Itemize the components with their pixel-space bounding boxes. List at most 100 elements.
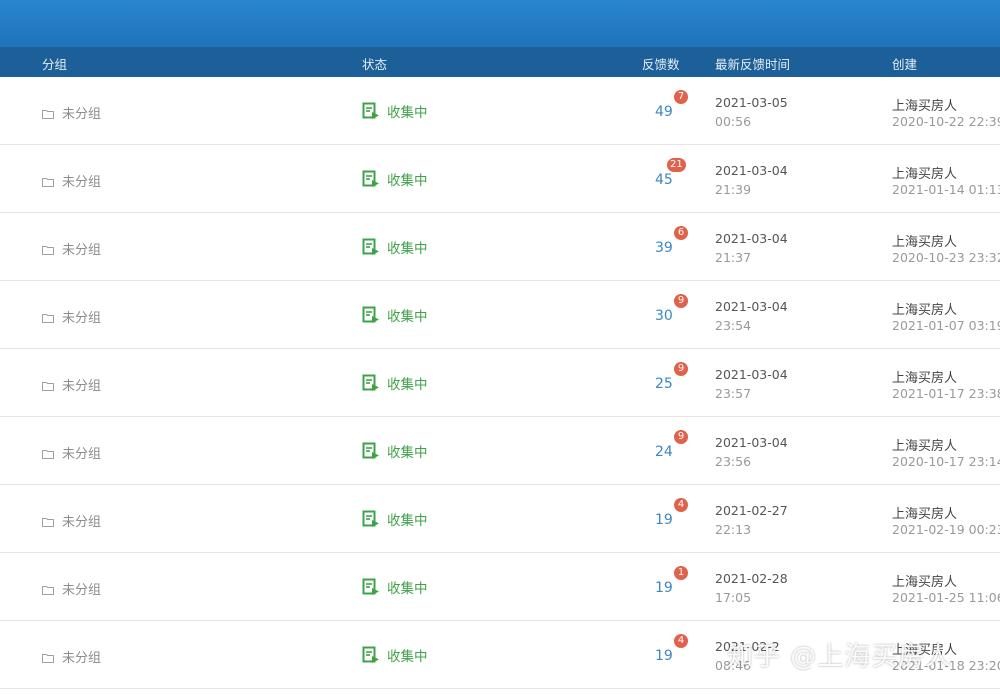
feedback-count-link[interactable]: 45 <box>655 172 673 188</box>
folder-icon <box>42 652 54 663</box>
latest-feedback-date: 2021-03-04 <box>715 163 788 178</box>
status-label: 收集中 <box>387 309 428 325</box>
column-header-created[interactable]: 创建 <box>892 54 917 73</box>
folder-icon <box>42 448 54 459</box>
group-label: 未分组 <box>62 175 102 190</box>
new-feedback-badge: 9 <box>674 294 688 308</box>
latest-feedback-time: 23:57 <box>715 386 752 401</box>
latest-feedback-date: 2021-02-28 <box>715 571 788 586</box>
latest-feedback-time: 23:56 <box>715 454 752 469</box>
new-feedback-badge: 4 <box>674 634 688 648</box>
latest-feedback-date: 2021-03-04 <box>715 367 788 382</box>
table-row[interactable]: 未分组 收集中 39 6 2021-03-04 21:37 上海买房人 2020-10-23 … <box>0 213 1000 281</box>
group-cell: 未分组 <box>42 511 101 530</box>
group-cell: 未分组 <box>42 103 101 122</box>
creator-name: 上海买房人 <box>892 99 958 114</box>
group-label: 未分组 <box>62 651 102 666</box>
column-header-latest-feedback-time[interactable]: 最新反馈时间 <box>715 54 790 73</box>
status-label: 收集中 <box>387 377 428 393</box>
watermark: 知乎 @上海买房人 <box>727 642 953 672</box>
collecting-form-icon <box>362 442 380 460</box>
table-row[interactable]: 未分组 收集中 30 9 2021-03-04 23:54 上海买房人 2021-01-07 … <box>0 281 1000 349</box>
feedback-count-link[interactable]: 19 <box>655 512 673 528</box>
feedback-count-link[interactable]: 19 <box>655 648 673 664</box>
top-bar <box>0 0 1000 47</box>
created-time: 2021-01-25 11:06 <box>892 590 1000 605</box>
status-cell: 收集中 <box>362 577 428 597</box>
new-feedback-badge: 1 <box>674 566 688 580</box>
creator-name: 上海买房人 <box>892 439 958 454</box>
new-feedback-badge: 7 <box>674 90 688 104</box>
table-row[interactable]: 未分组 收集中 49 7 2021-03-05 00:56 上海买房人 2020-10-22 … <box>0 77 1000 145</box>
feedback-count-link[interactable]: 39 <box>655 240 673 256</box>
status-cell: 收集中 <box>362 645 428 665</box>
folder-icon <box>42 108 54 119</box>
latest-feedback-date: 2021-03-04 <box>715 231 788 246</box>
feedback-count-link[interactable]: 25 <box>655 376 673 392</box>
status-label: 收集中 <box>387 241 428 257</box>
status-label: 收集中 <box>387 105 428 121</box>
creator-name: 上海买房人 <box>892 371 958 386</box>
creator-name: 上海买房人 <box>892 303 958 318</box>
new-feedback-badge: 9 <box>674 430 688 444</box>
status-label: 收集中 <box>387 445 428 461</box>
created-time: 2020-10-23 23:32 <box>892 250 1000 265</box>
created-time: 2020-10-22 22:39 <box>892 114 1000 129</box>
column-header-status[interactable]: 状态 <box>362 54 387 73</box>
folder-icon <box>42 516 54 527</box>
table-row[interactable]: 未分组 收集中 45 21 2021-03-04 21:39 上海买房人 2021-01-14… <box>0 145 1000 213</box>
table-row[interactable]: 未分组 收集中 19 1 2021-02-28 17:05 上海买房人 2021-01-25 … <box>0 553 1000 621</box>
latest-feedback-time: 22:13 <box>715 522 752 537</box>
created-time: 2021-01-07 03:19 <box>892 318 1000 333</box>
status-cell: 收集中 <box>362 441 428 461</box>
column-header-group[interactable]: 分组 <box>42 54 67 73</box>
latest-feedback-date: 2021-02-27 <box>715 503 788 518</box>
group-label: 未分组 <box>62 311 102 326</box>
folder-icon <box>42 244 54 255</box>
group-label: 未分组 <box>62 515 102 530</box>
feedback-count-link[interactable]: 24 <box>655 444 673 460</box>
feedback-count-link[interactable]: 30 <box>655 308 673 324</box>
table-row[interactable]: 未分组 收集中 24 9 2021-03-04 23:56 上海买房人 2020-10-17 … <box>0 417 1000 485</box>
collecting-form-icon <box>362 578 380 596</box>
latest-feedback-date: 2021-03-05 <box>715 95 788 110</box>
latest-feedback-date: 2021-03-04 <box>715 299 788 314</box>
created-time: 2021-01-14 01:13 <box>892 182 1000 197</box>
group-cell: 未分组 <box>42 239 101 258</box>
group-cell: 未分组 <box>42 307 101 326</box>
latest-feedback-time: 17:05 <box>715 590 752 605</box>
group-label: 未分组 <box>62 379 102 394</box>
column-header-feedback-count[interactable]: 反馈数 <box>642 54 680 73</box>
folder-icon <box>42 312 54 323</box>
table-row[interactable]: 未分组 收集中 19 4 2021-02-27 22:13 上海买房人 2021-02-19 … <box>0 485 1000 553</box>
status-label: 收集中 <box>387 173 428 189</box>
collecting-form-icon <box>362 306 380 324</box>
collecting-form-icon <box>362 646 380 664</box>
collecting-form-icon <box>362 374 380 392</box>
group-cell: 未分组 <box>42 443 101 462</box>
collecting-form-icon <box>362 510 380 528</box>
new-feedback-badge: 9 <box>674 362 688 376</box>
created-time: 2021-02-19 00:23 <box>892 522 1000 537</box>
creator-name: 上海买房人 <box>892 167 958 182</box>
table-row[interactable]: 未分组 收集中 25 9 2021-03-04 23:57 上海买房人 2021-01-17 … <box>0 349 1000 417</box>
feedback-count-link[interactable]: 19 <box>655 580 673 596</box>
new-feedback-badge: 4 <box>674 498 688 512</box>
feedback-count-link[interactable]: 49 <box>655 104 673 120</box>
creator-name: 上海买房人 <box>892 575 958 590</box>
group-cell: 未分组 <box>42 375 101 394</box>
group-cell: 未分组 <box>42 579 101 598</box>
folder-icon <box>42 584 54 595</box>
status-cell: 收集中 <box>362 373 428 393</box>
status-label: 收集中 <box>387 513 428 529</box>
table-body: 未分组 收集中 49 7 2021-03-05 00:56 上海买房人 2020-10-22 … <box>0 77 1000 689</box>
group-cell: 未分组 <box>42 171 101 190</box>
folder-icon <box>42 380 54 391</box>
creator-name: 上海买房人 <box>892 507 958 522</box>
latest-feedback-time: 21:37 <box>715 250 752 265</box>
status-label: 收集中 <box>387 649 428 665</box>
collecting-form-icon <box>362 102 380 120</box>
status-cell: 收集中 <box>362 101 428 121</box>
group-label: 未分组 <box>62 583 102 598</box>
group-label: 未分组 <box>62 447 102 462</box>
